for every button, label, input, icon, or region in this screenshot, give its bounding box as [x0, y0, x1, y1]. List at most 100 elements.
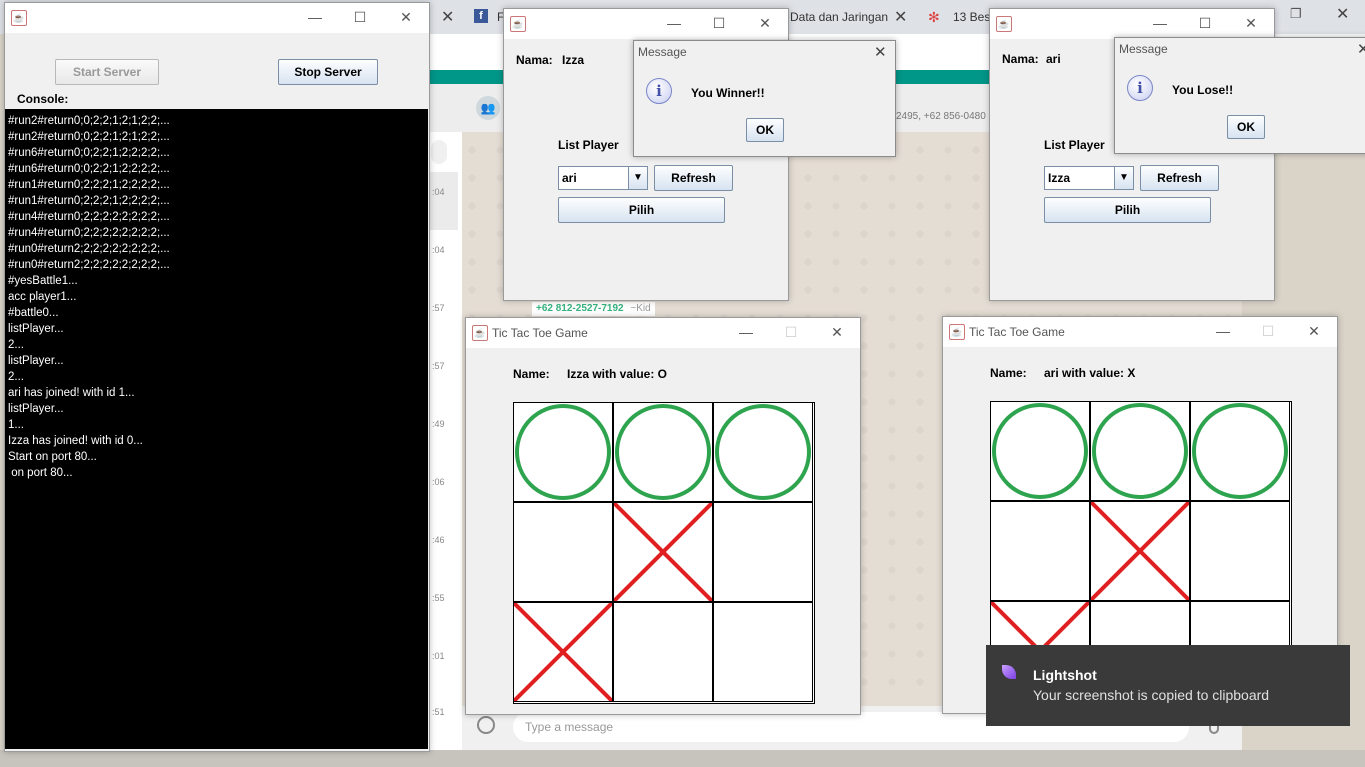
board-cell[interactable] [1190, 501, 1290, 601]
game-window-izza: ☕ Tic Tac Toe Game — ☐ ✕ Name: Izza with… [465, 317, 861, 715]
console-line: #run0#return2;2;2;2;2;2;2;2;2;... [8, 259, 170, 271]
group-avatar-icon[interactable]: 👥 [476, 96, 500, 120]
browser-tab-data-jaringan[interactable]: Data dan Jaringan [790, 5, 888, 29]
board-cell[interactable] [990, 401, 1090, 501]
lightshot-notification[interactable]: Lightshot Your screenshot is copied to c… [986, 645, 1350, 726]
minimize-icon[interactable]: — [1143, 13, 1177, 33]
console-line: #run2#return0;0;2;2;1;2;1;2;2;... [8, 115, 170, 127]
board-cell[interactable] [713, 602, 813, 702]
board-cell[interactable] [513, 502, 613, 602]
chevron-down-icon[interactable]: ▼ [628, 167, 647, 189]
pilih-button[interactable]: Pilih [558, 197, 725, 223]
browser-tab-13best[interactable]: 13 Best [953, 5, 994, 29]
player-select-value: Izza [1048, 171, 1071, 185]
player-select[interactable]: ari ▼ [558, 166, 648, 190]
o-mark-icon [715, 404, 811, 500]
lightshot-feather-icon [1002, 665, 1016, 679]
maximize-icon[interactable]: ☐ [702, 13, 736, 33]
message-dialog-winner: Message ✕ i You Winner!! OK [633, 40, 896, 157]
chat-time: :06 [432, 477, 445, 487]
player-select[interactable]: Izza ▼ [1044, 166, 1134, 190]
console-line: acc player1... [8, 291, 77, 303]
chat-time: :49 [432, 419, 445, 429]
minimize-icon[interactable]: — [298, 7, 332, 27]
window-title: Tic Tac Toe Game [492, 326, 588, 340]
list-player-label: List Player [1044, 138, 1105, 152]
dialog-message: You Winner!! [691, 86, 765, 100]
console-line: on port 80... [8, 467, 73, 479]
console-line: 1... [8, 419, 24, 431]
java-icon: ☕ [510, 16, 526, 32]
maximize-icon[interactable]: ☐ [1188, 13, 1222, 33]
console-line: #run0#return2;2;2;2;2;2;2;2;2;... [8, 243, 170, 255]
refresh-button[interactable]: Refresh [1140, 165, 1219, 191]
ok-button[interactable]: OK [746, 118, 784, 142]
name-label: Nama: [1002, 52, 1039, 66]
whatsapp-chat-selected[interactable] [430, 172, 458, 230]
console-line: listPlayer... [8, 323, 64, 335]
minimize-icon[interactable]: — [1206, 321, 1240, 341]
close-icon[interactable]: ✕ [748, 13, 782, 33]
start-server-button[interactable]: Start Server [55, 59, 159, 85]
name-value: ari [1046, 52, 1061, 66]
minimize-icon[interactable]: — [729, 322, 763, 342]
chat-participants: 2495, +62 856-0480 [896, 111, 986, 122]
board-cell[interactable] [1190, 401, 1290, 501]
console-line: #run4#return0;2;2;2;2;2;2;2;2;... [8, 211, 170, 223]
chat-time: :04 [432, 187, 445, 197]
name-label: Nama: [516, 53, 553, 67]
stop-server-button[interactable]: Stop Server [278, 59, 378, 85]
tab-close-icon[interactable]: ✕ [894, 7, 907, 27]
board-cell[interactable] [713, 402, 813, 502]
player-select-value: ari [562, 171, 577, 185]
refresh-button[interactable]: Refresh [654, 165, 733, 191]
close-icon[interactable]: ✕ [1234, 13, 1268, 33]
console-line: 2... [8, 371, 24, 383]
chat-time: :01 [432, 651, 445, 661]
tab-close-icon[interactable]: ✕ [441, 7, 454, 27]
server-window: ☕ — ☐ ✕ Start Server Stop Server Console… [4, 2, 430, 752]
console-line: #run6#return0;0;2;2;1;2;2;2;2;... [8, 147, 170, 159]
java-icon: ☕ [996, 16, 1012, 32]
whatsapp-search-bar[interactable] [431, 140, 447, 164]
restore-icon[interactable]: ❐ [1290, 6, 1302, 22]
ok-button[interactable]: OK [1227, 115, 1265, 139]
server-titlebar: ☕ — ☐ ✕ [5, 3, 429, 33]
taskbar-strip [0, 750, 1365, 767]
board-cell[interactable] [713, 502, 813, 602]
close-icon[interactable]: ✕ [820, 322, 854, 342]
board-cell[interactable] [613, 402, 713, 502]
board-cell[interactable] [513, 402, 613, 502]
board-cell[interactable] [613, 602, 713, 702]
browser-close-icon[interactable]: ✕ [1336, 4, 1349, 24]
dialog-title: Message [638, 45, 687, 59]
close-icon[interactable]: ✕ [389, 7, 423, 27]
console-line: #run1#return0;2;2;2;1;2;2;2;2;... [8, 179, 170, 191]
o-mark-icon [515, 404, 611, 500]
board-cell[interactable] [990, 501, 1090, 601]
emoji-icon[interactable] [477, 716, 495, 734]
info-icon: i [1127, 75, 1153, 101]
list-player-label: List Player [558, 138, 619, 152]
facebook-icon: f [474, 9, 488, 23]
sender-name: ~Kid [630, 303, 651, 314]
chevron-down-icon[interactable]: ▼ [1114, 167, 1133, 189]
maximize-icon[interactable]: ☐ [343, 7, 377, 27]
close-icon[interactable]: ✕ [874, 43, 887, 61]
dialog-message: You Lose!! [1172, 83, 1234, 97]
board-cell[interactable] [512, 601, 614, 703]
console-line: listPlayer... [8, 403, 64, 415]
board-cell[interactable] [1090, 401, 1190, 501]
sender-number: +62 812-2527-7192 [536, 303, 624, 314]
console-output[interactable]: #run2#return0;0;2;2;1;2;1;2;2;... #run2#r… [5, 109, 428, 749]
name-value: Izza [562, 53, 585, 67]
board-cell[interactable] [612, 501, 714, 603]
game-titlebar: ☕ Tic Tac Toe Game — ☐ ✕ [943, 317, 1337, 347]
pilih-button[interactable]: Pilih [1044, 197, 1211, 223]
console-line: listPlayer... [8, 355, 64, 367]
maximize-icon: ☐ [784, 324, 798, 340]
close-icon[interactable]: ✕ [1297, 321, 1331, 341]
close-icon[interactable]: ✕ [1357, 40, 1365, 58]
minimize-icon[interactable]: — [657, 13, 691, 33]
board-cell[interactable] [1089, 500, 1191, 602]
